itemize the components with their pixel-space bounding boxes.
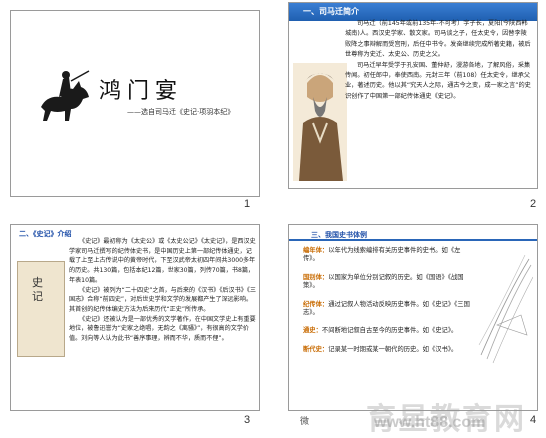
slide-2-thumbnail[interactable]: 一、司马迁简介 司马迁（前145年或前135年-不可考）字子长，夏阳(今陕西韩城… bbox=[288, 2, 538, 189]
slide-1-subtitle: ——选自司马迁《史记·项羽本纪》 bbox=[127, 108, 235, 116]
slide-2-body: 司马迁（前145年或前135年-不可考）字子长，夏阳(今陕西韩城南)人。西汉史学… bbox=[345, 19, 533, 102]
slide-3-paragraph-1: 《史记》最初称为《太史公》或《太史公记》《太史记》，是西汉史学家司马迁撰写的纪传… bbox=[69, 238, 256, 284]
list-item: 编年体：以年代为线索编排有关历史事件的史书。如《左传》。 bbox=[303, 247, 461, 262]
book-cover-title: 史记 bbox=[32, 276, 43, 303]
slide-2-header: 一、司马迁简介 bbox=[303, 7, 359, 16]
slide-3-thumbnail[interactable]: 二、《史记》介绍 史记 《史记》最初称为《太史公》或《太史公记》《太史记》，是西… bbox=[10, 224, 260, 411]
list-item: 断代史：记录某一时期或某一朝代的历史。如《汉书》。 bbox=[303, 346, 458, 354]
slide-1-title: 鸿门宴 bbox=[99, 79, 184, 104]
slide-3-body: 《史记》最初称为《太史公》或《太史公记》《太史记》，是西汉史学家司马迁撰写的纪传… bbox=[69, 237, 257, 344]
footer-mark: 微 bbox=[300, 417, 310, 427]
sima-qian-portrait bbox=[293, 63, 347, 181]
list-item: 通史：不间断地记叙自古至今的历史事件。如《史记》。 bbox=[303, 327, 458, 335]
slide-1-number: 1 bbox=[244, 198, 251, 210]
horse-rider-illustration bbox=[41, 70, 90, 121]
decorative-curves-icon bbox=[478, 255, 533, 364]
slide-2-paragraph-1: 司马迁（前145年或前135年-不可考）字子长，夏阳(今陕西韩城南)人。西汉史学… bbox=[345, 20, 531, 59]
history-genre-list: 编年体：以年代为线索编排有关历史事件的史书。如《左传》。 国别体：以国家为单位分… bbox=[303, 247, 473, 365]
slide-4-thumbnail[interactable]: 三、我国史书体例 编年体：以年代为线索编排有关历史事件的史书。如《左传》。 国别… bbox=[288, 224, 538, 411]
slide-1-thumbnail[interactable]: 鸿门宴 ——选自司马迁《史记·项羽本纪》 bbox=[10, 10, 260, 197]
slide-2-paragraph-2: 司马迁早年受学于孔安国、董仲舒，漫游各地，了解风俗，采集传闻。初任郎中，奉使西南… bbox=[345, 61, 531, 100]
slide-4-divider bbox=[289, 239, 537, 241]
slide-3-paragraph-2: 《史记》被列为“二十四史”之首，与后来的《汉书》《后汉书》《三国志》合称“前四史… bbox=[69, 286, 256, 313]
slide-4-number: 4 bbox=[530, 414, 537, 426]
slide-2-number: 2 bbox=[530, 198, 537, 210]
slide-3-header: 二、《史记》介绍 bbox=[19, 230, 72, 238]
slide-3-number: 3 bbox=[244, 414, 251, 426]
slide-3-paragraph-3: 《史记》还被认为是一部优秀的文学著作，在中国文学史上有重要地位，被鲁迅誉为“史家… bbox=[69, 315, 256, 343]
watermark-url: www.ht88.com bbox=[374, 414, 486, 431]
shiji-book-image: 史记 bbox=[17, 261, 65, 357]
list-item: 纪传体：通过记叙人物活动反映历史事件。如《史记》《三国志》。 bbox=[303, 300, 470, 316]
list-item: 国别体：以国家为单位分别记叙的历史。如《国语》《战国策》。 bbox=[303, 273, 464, 289]
